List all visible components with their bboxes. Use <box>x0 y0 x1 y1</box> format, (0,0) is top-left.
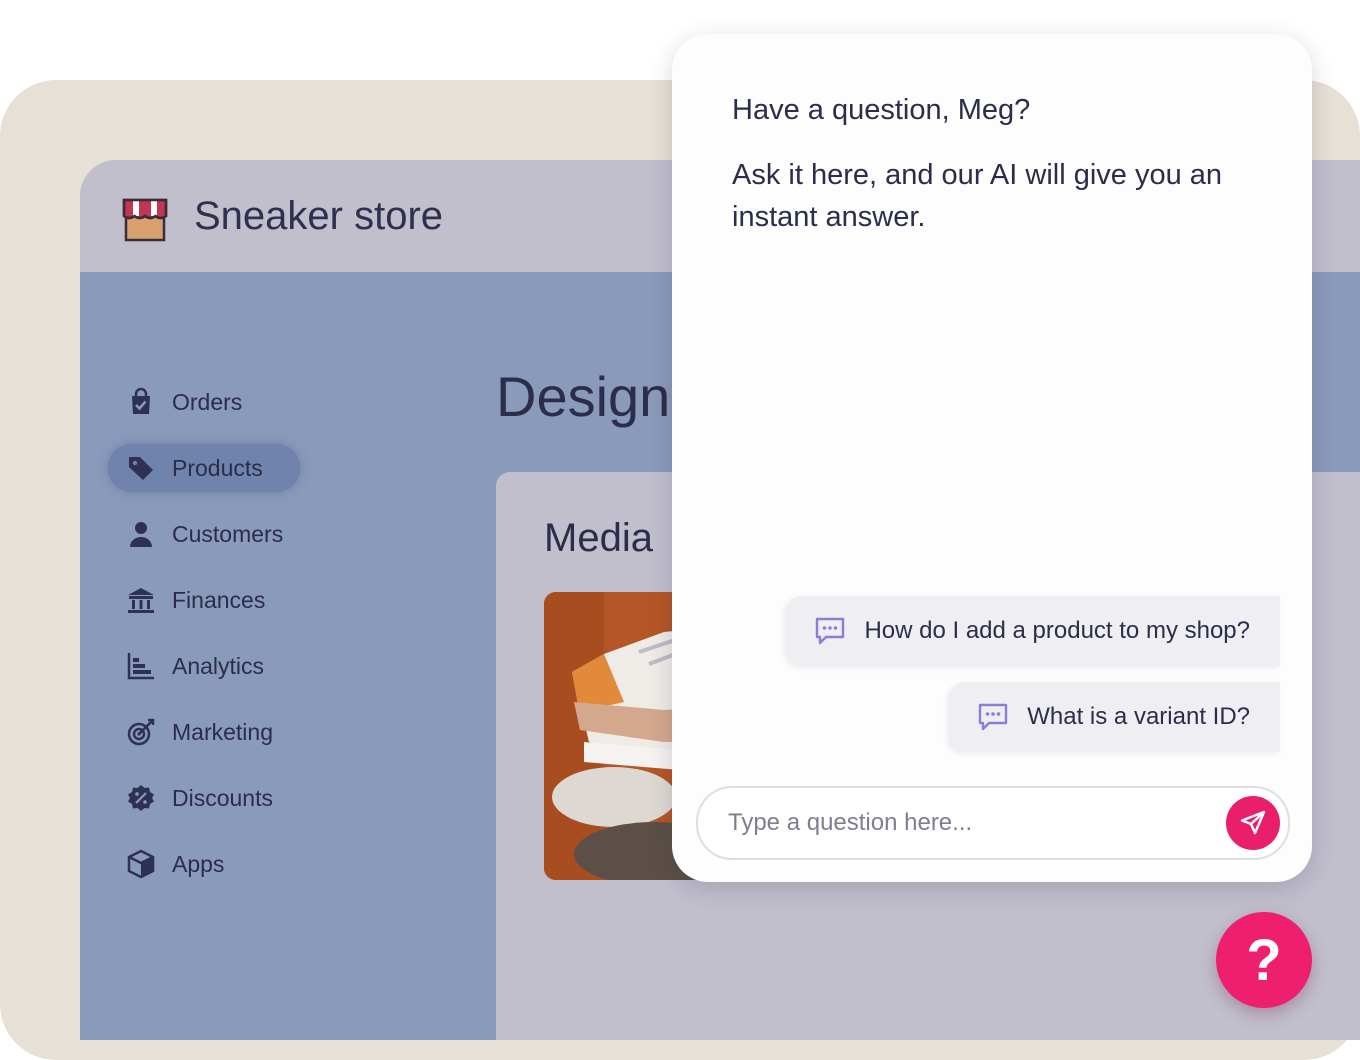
sidebar-item-apps[interactable]: Apps <box>108 840 300 888</box>
sidebar-item-label: Discounts <box>172 784 273 811</box>
question-input[interactable] <box>726 798 1210 848</box>
chat-panel: Have a question, Meg? Ask it here, and o… <box>672 34 1312 882</box>
page-title: Design <box>496 365 671 428</box>
send-icon <box>1240 810 1266 835</box>
sidebar-item-analytics[interactable]: Analytics <box>108 642 300 690</box>
sidebar-item-customers[interactable]: Customers <box>108 510 300 558</box>
sidebar-item-label: Analytics <box>172 652 265 679</box>
sidebar-item-label: Finances <box>172 586 266 613</box>
target-icon <box>126 717 156 747</box>
sidebar-item-label: Products <box>172 454 263 481</box>
person-icon <box>126 519 156 549</box>
chat-intro: Ask it here, and our AI will give you an… <box>732 159 1223 233</box>
cube-icon <box>126 849 156 879</box>
sidebar-item-label: Apps <box>172 850 225 877</box>
question-input-wrapper <box>696 786 1290 860</box>
sidebar-item-label: Marketing <box>172 718 273 745</box>
sidebar-item-label: Orders <box>172 388 243 415</box>
suggestion-text: What is a variant ID? <box>1027 703 1250 730</box>
bank-icon <box>126 585 156 615</box>
sidebar: Orders Products Customers Finances Analy… <box>80 272 496 1040</box>
sidebar-item-marketing[interactable]: Marketing <box>108 708 300 756</box>
media-section-title: Media <box>544 516 653 560</box>
sidebar-item-orders[interactable]: Orders <box>108 378 300 426</box>
chat-bubble-icon <box>979 703 1008 731</box>
sidebar-item-products[interactable]: Products <box>108 444 300 492</box>
suggestion-text: How do I add a product to my shop? <box>864 617 1250 644</box>
suggested-question[interactable]: What is a variant ID? <box>949 682 1280 752</box>
store-icon <box>122 198 168 242</box>
sidebar-item-label: Customers <box>172 520 284 547</box>
store-title: Sneaker store <box>194 194 444 238</box>
suggested-question[interactable]: How do I add a product to my shop? <box>786 596 1280 666</box>
send-button[interactable] <box>1226 796 1280 850</box>
chat-greeting: Have a question, Meg? <box>732 94 1031 126</box>
sidebar-item-discounts[interactable]: Discounts <box>108 774 300 822</box>
sidebar-item-finances[interactable]: Finances <box>108 576 300 624</box>
chat-bubble-icon <box>816 617 845 645</box>
tag-icon <box>126 453 156 483</box>
discount-badge-icon <box>126 783 156 813</box>
help-button[interactable]: ? <box>1216 912 1312 1008</box>
bar-chart-icon <box>126 651 156 681</box>
shopping-bag-icon <box>126 387 156 417</box>
